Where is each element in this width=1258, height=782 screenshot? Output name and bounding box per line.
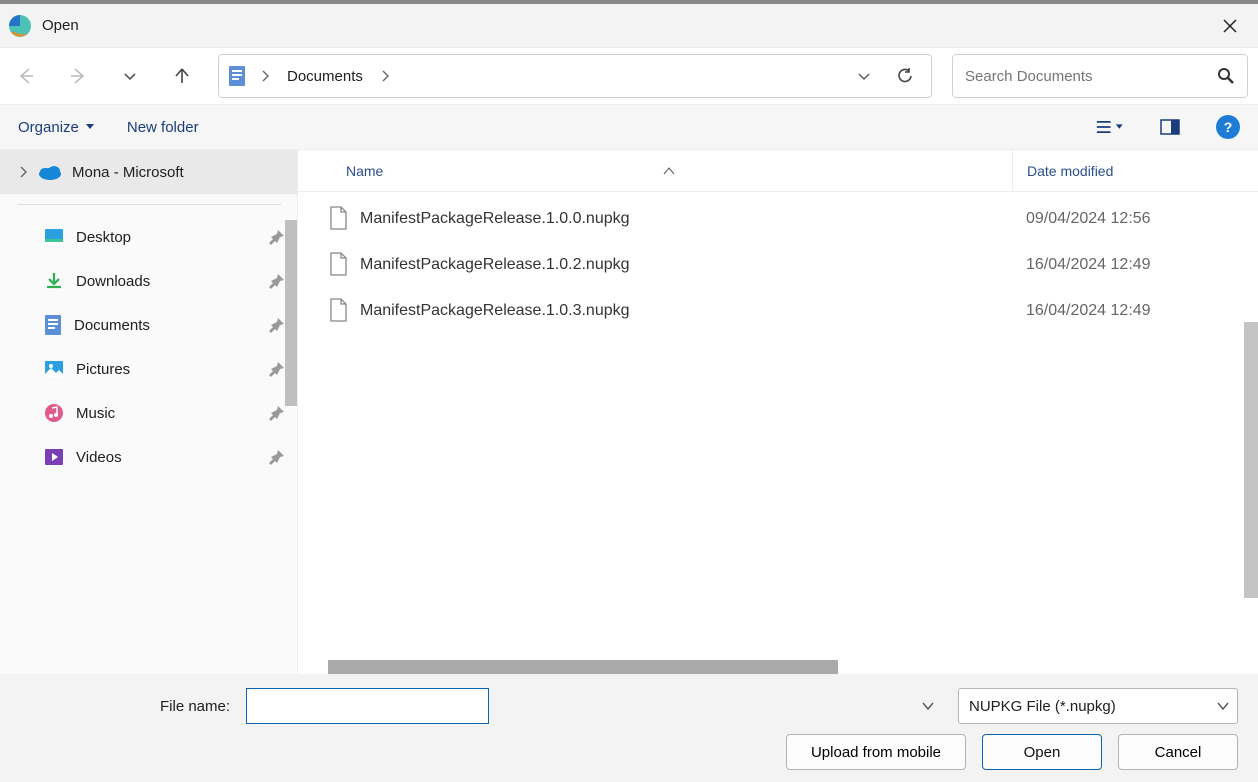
sidebar-scrollbar[interactable]: [285, 220, 297, 406]
address-bar[interactable]: Documents: [218, 54, 932, 98]
footer: File name: NUPKG File (*.nupkg) Upload f…: [0, 674, 1258, 782]
file-row[interactable]: ManifestPackageRelease.1.0.2.nupkg 16/04…: [298, 242, 1258, 288]
pictures-icon: [44, 360, 64, 378]
pin-icon: [269, 229, 285, 245]
forward-button[interactable]: [62, 60, 94, 92]
upload-from-mobile-button[interactable]: Upload from mobile: [786, 734, 966, 770]
refresh-button[interactable]: [887, 58, 923, 94]
recent-locations-button[interactable]: [114, 60, 146, 92]
music-icon: [44, 403, 64, 423]
close-button[interactable]: [1210, 6, 1250, 46]
chevron-right-icon: [257, 70, 273, 82]
divider: [18, 204, 281, 205]
file-row[interactable]: ManifestPackageRelease.1.0.3.nupkg 16/04…: [298, 288, 1258, 334]
file-row[interactable]: ManifestPackageRelease.1.0.0.nupkg 09/04…: [298, 196, 1258, 242]
caret-down-icon: [85, 123, 95, 131]
sidebar-root-label: Mona - Microsoft: [72, 164, 184, 181]
search-input[interactable]: [965, 68, 1217, 85]
chevron-right-icon: [18, 166, 28, 178]
downloads-icon: [44, 271, 64, 291]
document-icon: [227, 64, 249, 88]
new-folder-button[interactable]: New folder: [127, 119, 199, 136]
toolbar: Organize New folder ?: [0, 104, 1258, 150]
pin-icon: [269, 317, 285, 333]
pin-icon: [269, 405, 285, 421]
sidebar-item-pictures[interactable]: Pictures: [0, 347, 297, 391]
pin-icon: [269, 449, 285, 465]
preview-pane-button[interactable]: [1156, 113, 1184, 141]
column-date-modified[interactable]: Date modified: [1012, 150, 1258, 191]
file-icon: [328, 206, 350, 232]
chevron-right-icon: [377, 70, 393, 82]
view-options-button[interactable]: [1096, 113, 1124, 141]
sidebar: Mona - Microsoft Desktop Downloads Docum…: [0, 150, 298, 674]
sort-asc-icon: [663, 167, 675, 175]
navbar: Documents: [0, 48, 1258, 104]
back-button[interactable]: [10, 60, 42, 92]
search-icon: [1217, 67, 1235, 85]
sidebar-item-downloads[interactable]: Downloads: [0, 259, 297, 303]
onedrive-icon: [38, 164, 62, 180]
pin-icon: [269, 273, 285, 289]
cancel-button[interactable]: Cancel: [1118, 734, 1238, 770]
chevron-down-icon: [1217, 701, 1229, 711]
up-button[interactable]: [166, 60, 198, 92]
sidebar-item-music[interactable]: Music: [0, 391, 297, 435]
address-dropdown[interactable]: [849, 59, 879, 93]
documents-icon: [44, 314, 62, 336]
column-headers: Name Date modified: [298, 150, 1258, 192]
body: Mona - Microsoft Desktop Downloads Docum…: [0, 150, 1258, 674]
sidebar-item-documents[interactable]: Documents: [0, 303, 297, 347]
file-content: Name Date modified ManifestPackageReleas…: [298, 150, 1258, 674]
titlebar: Open: [0, 4, 1258, 48]
open-button[interactable]: Open: [982, 734, 1102, 770]
chevron-down-icon: [922, 701, 934, 711]
breadcrumb-documents[interactable]: Documents: [281, 64, 369, 89]
open-dialog: Open Documents: [0, 0, 1258, 782]
window-title: Open: [42, 17, 79, 34]
desktop-icon: [44, 228, 64, 246]
file-icon: [328, 252, 350, 278]
videos-icon: [44, 448, 64, 466]
caret-down-icon: [1115, 123, 1124, 131]
search-box[interactable]: [952, 54, 1248, 98]
content-vertical-scrollbar[interactable]: [1244, 322, 1258, 598]
help-button[interactable]: ?: [1216, 115, 1240, 139]
filename-label: File name:: [20, 698, 230, 715]
edge-icon: [8, 14, 32, 38]
sidebar-root[interactable]: Mona - Microsoft: [0, 150, 297, 194]
organize-button[interactable]: Organize: [18, 119, 95, 136]
file-list: ManifestPackageRelease.1.0.0.nupkg 09/04…: [298, 192, 1258, 674]
column-name[interactable]: Name: [328, 163, 1012, 179]
file-icon: [328, 298, 350, 324]
sidebar-item-desktop[interactable]: Desktop: [0, 215, 297, 259]
sidebar-item-videos[interactable]: Videos: [0, 435, 297, 479]
filetype-select[interactable]: NUPKG File (*.nupkg): [958, 688, 1238, 724]
pin-icon: [269, 361, 285, 377]
content-horizontal-scrollbar[interactable]: [328, 660, 1244, 674]
filename-input[interactable]: [246, 688, 489, 724]
